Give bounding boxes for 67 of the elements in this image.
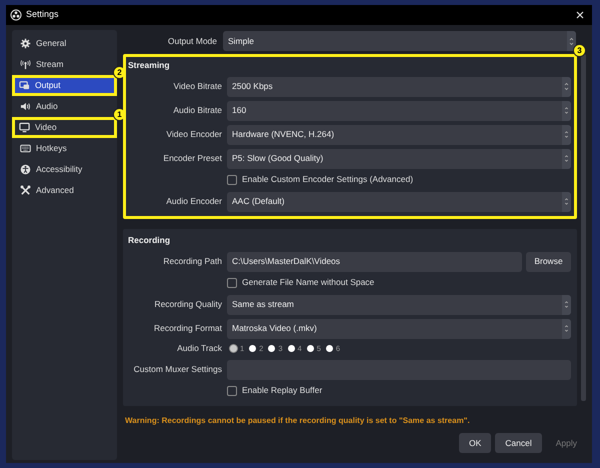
dropdown[interactable]: Same as stream bbox=[227, 294, 571, 314]
field-label: Custom Muxer Settings bbox=[132, 363, 223, 376]
sidebar-item[interactable]: Accessibility bbox=[15, 159, 114, 180]
input-field[interactable]: C:\Users\MasterDalK\Videos bbox=[227, 252, 522, 272]
spinner-icon bbox=[564, 197, 569, 206]
checkbox-label: Generate File Name without Space bbox=[242, 276, 374, 289]
screens-icon bbox=[19, 80, 30, 91]
sidebar-item[interactable]: Audio bbox=[15, 96, 114, 117]
sidebar-item[interactable]: Video bbox=[12, 117, 117, 138]
field-label: Recording Format bbox=[152, 322, 223, 335]
spinner-icon bbox=[564, 154, 569, 164]
sidebar-item[interactable]: Output bbox=[12, 75, 117, 96]
output-mode-dropdown[interactable]: Simple bbox=[223, 31, 576, 51]
checkbox-label: Enable Custom Encoder Settings (Advanced) bbox=[242, 173, 414, 186]
field-label: Output Mode bbox=[166, 34, 218, 48]
dropdown[interactable]: P5: Slow (Good Quality) bbox=[227, 148, 571, 169]
field-label: Encoder Preset bbox=[162, 152, 223, 166]
dropdown[interactable]: AAC (Default) bbox=[227, 192, 571, 212]
warning-text: Warning: Recordings cannot be paused if the recording quality is set to "Same as stream". bbox=[125, 415, 471, 427]
dialog-button[interactable]: Cancel bbox=[495, 433, 542, 453]
radio-button[interactable] bbox=[306, 345, 314, 352]
spinner-icon bbox=[569, 36, 574, 46]
checkbox[interactable] bbox=[227, 278, 237, 288]
speaker-icon bbox=[20, 101, 31, 112]
spinner-icon bbox=[564, 106, 569, 116]
close-icon[interactable] bbox=[576, 11, 584, 19]
dialog-button[interactable]: OK bbox=[458, 433, 492, 453]
field-label: Audio Encoder bbox=[165, 195, 223, 208]
radio-button[interactable] bbox=[230, 345, 237, 352]
radio-button[interactable] bbox=[249, 345, 256, 352]
radio-button[interactable] bbox=[326, 345, 333, 352]
group-title: Recording bbox=[127, 234, 172, 247]
sidebar-item[interactable]: General bbox=[15, 33, 114, 54]
checkbox[interactable] bbox=[227, 386, 237, 396]
app-logo-icon bbox=[10, 9, 22, 21]
sidebar-item[interactable]: Advanced bbox=[15, 180, 114, 201]
window-title: Settings bbox=[26, 8, 59, 22]
field-label: Video Bitrate bbox=[172, 80, 223, 94]
dropdown[interactable]: 160 bbox=[227, 100, 571, 121]
tools-icon bbox=[20, 185, 31, 196]
dropdown[interactable]: Matroska Video (.mkv) bbox=[227, 318, 571, 338]
field-label: Audio Track bbox=[176, 342, 223, 355]
sidebar-item[interactable]: Stream bbox=[15, 54, 114, 75]
spin-box[interactable]: 2500 Kbps bbox=[227, 76, 571, 97]
sidebar-item[interactable]: Hotkeys bbox=[15, 138, 114, 159]
scrollbar[interactable] bbox=[581, 54, 586, 401]
checkbox-label: Enable Replay Buffer bbox=[242, 384, 322, 397]
radio-button[interactable] bbox=[268, 345, 276, 352]
dropdown[interactable]: Hardware (NVENC, H.264) bbox=[227, 124, 571, 145]
spinner-icon bbox=[564, 82, 569, 92]
group-title: Streaming bbox=[127, 59, 171, 72]
field-label: Video Encoder bbox=[165, 128, 223, 142]
field-label: Audio Bitrate bbox=[172, 104, 223, 118]
monitor-icon bbox=[19, 122, 30, 133]
radio-button[interactable] bbox=[288, 345, 295, 352]
field-label: Recording Path bbox=[162, 255, 223, 268]
spinner-icon bbox=[564, 324, 569, 333]
keyboard-icon bbox=[20, 143, 31, 154]
field-label: Recording Quality bbox=[153, 298, 223, 311]
accessibility-icon bbox=[20, 164, 31, 175]
spinner-icon bbox=[564, 300, 569, 309]
spinner-icon bbox=[564, 130, 569, 140]
callout-badge: 3 bbox=[573, 44, 586, 57]
gear-icon bbox=[20, 38, 31, 49]
checkbox[interactable] bbox=[227, 174, 237, 185]
browse-button[interactable]: Browse bbox=[526, 252, 571, 272]
antenna-icon bbox=[20, 59, 31, 70]
